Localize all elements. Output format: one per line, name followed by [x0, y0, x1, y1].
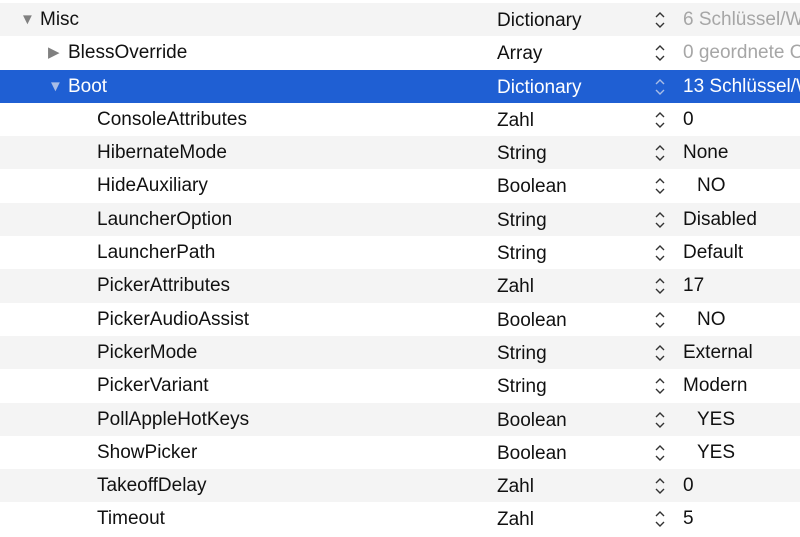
key-label[interactable]: BlessOverride	[68, 36, 187, 69]
key-label[interactable]: LauncherOption	[97, 203, 232, 236]
plist-row-launcherpath[interactable]: LauncherPath String Default	[0, 236, 800, 269]
type-popup[interactable]: String	[497, 370, 547, 403]
plist-row-pickermode[interactable]: PickerMode String External	[0, 335, 800, 370]
type-stepper-icon[interactable]	[652, 303, 668, 336]
plist-row-pickerattributes[interactable]: PickerAttributes Zahl 17	[0, 269, 800, 303]
value-field[interactable]: External	[683, 336, 800, 369]
key-label[interactable]: LauncherPath	[97, 236, 215, 269]
key-label[interactable]: ShowPicker	[97, 436, 197, 469]
type-stepper-icon[interactable]	[652, 469, 668, 502]
type-popup[interactable]: Dictionary	[497, 4, 581, 37]
value-field[interactable]: NO	[697, 169, 800, 202]
type-popup[interactable]: String	[497, 137, 547, 170]
value-field[interactable]: 0	[683, 103, 800, 136]
value-field[interactable]: 0 geordnete Objekte	[683, 36, 800, 69]
type-popup[interactable]: String	[497, 237, 547, 270]
plist-row-timeout[interactable]: Timeout Zahl 5	[0, 502, 800, 535]
key-label[interactable]: Boot	[68, 70, 107, 103]
disclosure-expanded-icon[interactable]: ▼	[20, 3, 35, 36]
key-label[interactable]: PickerAttributes	[97, 269, 230, 302]
type-popup[interactable]: Array	[497, 37, 542, 70]
type-stepper-icon[interactable]	[652, 369, 668, 402]
type-popup[interactable]: Boolean	[497, 404, 567, 437]
plist-row-hibernatemode[interactable]: HibernateMode String None	[0, 136, 800, 170]
type-popup[interactable]: Zahl	[497, 470, 534, 503]
value-field[interactable]: 6 Schlüssel/Wert-Paare	[683, 3, 800, 36]
disclosure-expanded-icon[interactable]: ▼	[48, 70, 63, 103]
key-label[interactable]: Timeout	[97, 502, 165, 535]
value-field[interactable]: YES	[697, 436, 800, 469]
value-field[interactable]: NO	[697, 303, 800, 336]
type-stepper-icon[interactable]	[652, 36, 668, 69]
type-stepper-icon[interactable]	[652, 502, 668, 535]
plist-row-launcheroption[interactable]: LauncherOption String Disabled	[0, 202, 800, 237]
type-popup[interactable]: Boolean	[497, 437, 567, 470]
plist-row-pickervariant[interactable]: PickerVariant String Modern	[0, 369, 800, 402]
plist-row-hideauxiliary[interactable]: HideAuxiliary Boolean NO	[0, 169, 800, 202]
type-stepper-icon[interactable]	[652, 336, 668, 369]
value-field[interactable]: Modern	[683, 369, 800, 402]
value-field[interactable]: 17	[683, 269, 800, 302]
value-field[interactable]: YES	[697, 403, 800, 436]
type-stepper-icon[interactable]	[652, 403, 668, 436]
value-field[interactable]: 5	[683, 502, 800, 535]
key-label[interactable]: PickerMode	[97, 336, 197, 369]
plist-row-pollapplehotkeys[interactable]: PollAppleHotKeys Boolean YES	[0, 402, 800, 437]
key-label[interactable]: PollAppleHotKeys	[97, 403, 249, 436]
plist-row-showpicker[interactable]: ShowPicker Boolean YES	[0, 436, 800, 469]
plist-row-misc[interactable]: ▼Misc Dictionary 6 Schlüssel/Wert-Paare	[0, 3, 800, 37]
type-stepper-icon[interactable]	[652, 70, 668, 103]
plist-row-pickeraudioassist[interactable]: PickerAudioAssist Boolean NO	[0, 303, 800, 336]
key-label[interactable]: HideAuxiliary	[97, 169, 208, 202]
key-label[interactable]: HibernateMode	[97, 136, 227, 169]
type-popup[interactable]: Dictionary	[497, 71, 581, 104]
type-popup[interactable]: String	[497, 204, 547, 237]
type-popup[interactable]: Zahl	[497, 270, 534, 303]
value-field[interactable]: 0	[683, 469, 800, 502]
type-stepper-icon[interactable]	[652, 203, 668, 236]
plist-row-consoleattributes[interactable]: ConsoleAttributes Zahl 0	[0, 103, 800, 136]
key-label[interactable]: ConsoleAttributes	[97, 103, 247, 136]
type-stepper-icon[interactable]	[652, 236, 668, 269]
value-field[interactable]: None	[683, 136, 800, 169]
disclosure-collapsed-icon[interactable]: ▶	[48, 36, 60, 69]
type-stepper-icon[interactable]	[652, 3, 668, 36]
plist-row-boot[interactable]: ▼Boot Dictionary 13 Schlüssel/Wert-Paare	[0, 69, 800, 104]
type-popup[interactable]: Zahl	[497, 503, 534, 536]
value-field[interactable]: Disabled	[683, 203, 800, 236]
plist-outline-table: ▼MiscDictionary6 Schlüssel/Wert-Paare▶Bl…	[0, 0, 800, 536]
type-popup[interactable]: Zahl	[497, 104, 534, 137]
key-label[interactable]: PickerVariant	[97, 369, 209, 402]
type-stepper-icon[interactable]	[652, 436, 668, 469]
key-label[interactable]: Misc	[40, 3, 79, 36]
plist-row-blessoverride[interactable]: ▶BlessOverride Array 0 geordnete Objekte	[0, 36, 800, 69]
type-stepper-icon[interactable]	[652, 103, 668, 136]
key-label[interactable]: TakeoffDelay	[97, 469, 207, 502]
type-popup[interactable]: Boolean	[497, 170, 567, 203]
value-field[interactable]: 13 Schlüssel/Wert-Paare	[683, 70, 800, 103]
type-stepper-icon[interactable]	[652, 269, 668, 302]
plist-row-takeoffdelay[interactable]: TakeoffDelay Zahl 0	[0, 469, 800, 503]
type-popup[interactable]: Boolean	[497, 304, 567, 337]
key-label[interactable]: PickerAudioAssist	[97, 303, 249, 336]
type-stepper-icon[interactable]	[652, 169, 668, 202]
value-field[interactable]: Default	[683, 236, 800, 269]
type-stepper-icon[interactable]	[652, 136, 668, 169]
type-popup[interactable]: String	[497, 337, 547, 370]
